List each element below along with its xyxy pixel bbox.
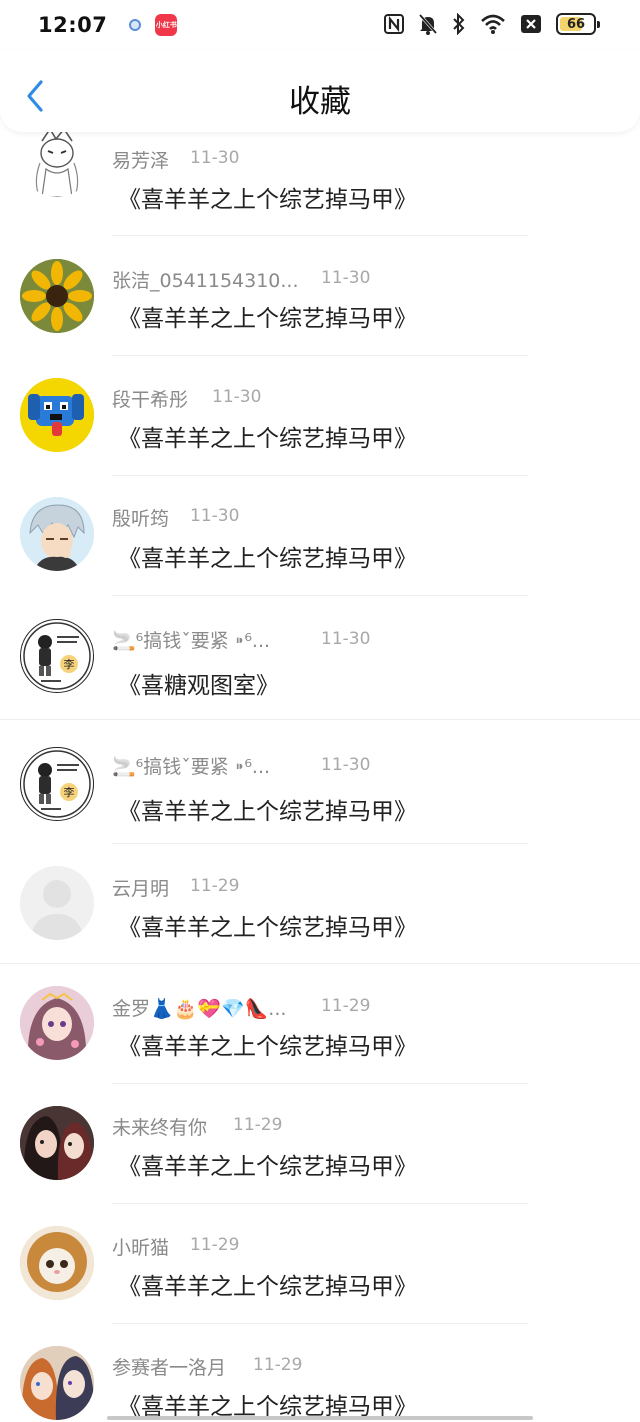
post-date: 11-30	[321, 755, 371, 775]
svg-text:李: 李	[64, 657, 75, 671]
user-name: 段干希彤	[112, 389, 189, 411]
avatar[interactable]	[20, 1346, 94, 1420]
user-name: 殷听筠	[112, 508, 170, 530]
post-date: 11-29	[190, 1235, 240, 1255]
collection-title: 《喜羊羊之上个综艺掉马甲》	[118, 1154, 417, 1180]
user-name: 未来终有你	[112, 1117, 208, 1139]
avatar[interactable]	[20, 259, 94, 333]
battery-cap	[597, 21, 600, 28]
notification-dot-icon	[129, 19, 142, 31]
list-item[interactable]: 云月明 11-29 《喜羊羊之上个综艺掉马甲》	[0, 844, 640, 964]
post-date: 11-30	[190, 506, 240, 526]
list-item[interactable]: 李 🚬⁶搞钱ˇ要紧 ⁍⁶... 11-30 《喜羊羊之上个综艺掉马甲》	[0, 720, 640, 844]
avatar[interactable]	[20, 132, 94, 197]
collection-title: 《喜羊羊之上个综艺掉马甲》	[118, 1274, 417, 1300]
battery-level: 66	[566, 16, 586, 32]
post-date: 11-30	[212, 387, 262, 407]
list-item[interactable]: 易芳泽 11-30 《喜羊羊之上个综艺掉马甲》	[0, 132, 640, 236]
battery-indicator: 66	[556, 13, 600, 35]
status-time: 12:07	[38, 13, 108, 37]
list-item[interactable]: 小昕猫 11-29 《喜羊羊之上个综艺掉马甲》	[0, 1204, 640, 1324]
user-name: 🚬⁶搞钱ˇ要紧 ⁍⁶...	[112, 630, 271, 652]
sunflower-icon	[20, 259, 94, 333]
user-name: 张洁_0541154310...	[112, 270, 299, 292]
post-date: 11-29	[253, 1355, 303, 1375]
nav-bar: 收藏	[0, 50, 640, 132]
default-user-icon	[20, 866, 94, 940]
avatar[interactable]	[20, 1106, 94, 1180]
nfc-icon	[384, 14, 404, 34]
list-item[interactable]: 未来终有你 11-29 《喜羊羊之上个综艺掉马甲》	[0, 1084, 640, 1204]
avatar[interactable]	[20, 1226, 94, 1300]
list-item[interactable]: 李 🚬⁶搞钱ˇ要紧 ⁍⁶... 11-30 《喜糖观图室》	[0, 596, 640, 720]
user-name: 易芳泽	[112, 150, 170, 172]
list-item[interactable]: 殷听筠 11-30 《喜羊羊之上个综艺掉马甲》	[0, 476, 640, 596]
bluetooth-icon	[453, 13, 465, 35]
avatar[interactable]	[20, 497, 94, 571]
anime-avatar-icon	[20, 497, 94, 571]
anime-avatar-icon	[20, 1106, 94, 1180]
list-item[interactable]: 段干希彤 11-30 《喜羊羊之上个综艺掉马甲》	[0, 356, 640, 476]
favorites-list[interactable]: 易芳泽 11-30 《喜羊羊之上个综艺掉马甲》 张洁_0541154310...…	[0, 132, 640, 1422]
user-name: 金罗👗🎂💝💎👠...	[112, 998, 287, 1020]
xiaohongshu-app-icon: 小红书	[155, 14, 178, 36]
post-date: 11-29	[321, 996, 371, 1016]
post-date: 11-30	[321, 629, 371, 649]
list-item[interactable]: 参赛者一洛月 11-29 《喜羊羊之上个综艺掉马甲》	[0, 1324, 640, 1422]
collection-title: 《喜羊羊之上个综艺掉马甲》	[118, 915, 417, 941]
list-item[interactable]: 金罗👗🎂💝💎👠... 11-29 《喜羊羊之上个综艺掉马甲》	[0, 964, 640, 1084]
avatar[interactable]	[20, 378, 94, 452]
user-name: 参赛者一洛月	[112, 1357, 227, 1379]
collection-title: 《喜羊羊之上个综艺掉马甲》	[118, 306, 417, 332]
user-name: 云月明	[112, 878, 170, 900]
avatar[interactable]	[20, 866, 94, 940]
collection-title: 《喜羊羊之上个综艺掉马甲》	[118, 1034, 417, 1060]
avatar[interactable]	[20, 986, 94, 1060]
wifi-icon	[481, 14, 505, 34]
post-date: 11-29	[190, 876, 240, 896]
avatar[interactable]: 李	[20, 619, 94, 693]
sticker-avatar-icon: 李	[23, 622, 91, 690]
post-date: 11-30	[190, 148, 240, 168]
page-title: 收藏	[289, 84, 351, 120]
sim-x-icon	[521, 15, 541, 33]
sketch-avatar-icon	[35, 132, 79, 197]
user-name: 小昕猫	[112, 1237, 170, 1259]
user-name: 🚬⁶搞钱ˇ要紧 ⁍⁶...	[112, 756, 271, 778]
sticker-avatar-icon: 李	[23, 750, 91, 818]
anime-avatar-icon	[20, 986, 94, 1060]
avatar[interactable]: 李	[20, 747, 94, 821]
collection-title: 《喜羊羊之上个综艺掉马甲》	[118, 426, 417, 452]
home-indicator[interactable]	[107, 1416, 533, 1420]
collection-title: 《喜羊羊之上个综艺掉马甲》	[118, 799, 417, 825]
status-bar: 12:07 小红书 66	[0, 0, 640, 50]
svg-text:李: 李	[64, 785, 75, 799]
pixel-dog-icon	[20, 378, 94, 452]
list-item[interactable]: 张洁_0541154310... 11-30 《喜羊羊之上个综艺掉马甲》	[0, 236, 640, 356]
mute-bell-icon	[418, 14, 438, 35]
anime-avatar-icon	[20, 1346, 94, 1420]
collection-title: 《喜羊羊之上个综艺掉马甲》	[118, 546, 417, 572]
post-date: 11-30	[321, 268, 371, 288]
lion-cat-icon	[20, 1226, 94, 1300]
collection-title: 《喜羊羊之上个综艺掉马甲》	[118, 187, 417, 213]
post-date: 11-29	[233, 1115, 283, 1135]
collection-title: 《喜糖观图室》	[118, 673, 279, 699]
